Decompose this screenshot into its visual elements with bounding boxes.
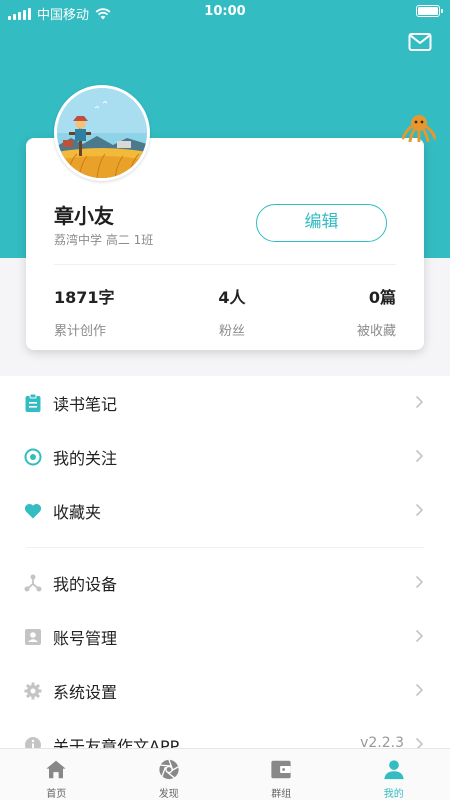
stat-favorited-value: 0篇 bbox=[368, 288, 396, 307]
tab-label: 群组 bbox=[271, 789, 292, 800]
chevron-right-icon bbox=[415, 575, 424, 589]
share-nodes-icon bbox=[24, 574, 42, 592]
avatar[interactable] bbox=[54, 85, 150, 181]
stat-favorited-label: 被收藏 bbox=[356, 324, 396, 339]
menu-item-label: 账号管理 bbox=[53, 629, 118, 648]
info-icon bbox=[24, 736, 42, 748]
id-card-icon bbox=[24, 628, 42, 646]
clipboard-icon bbox=[24, 394, 42, 412]
menu-item-system-settings[interactable]: 系统设置 bbox=[0, 664, 450, 718]
app-version: v2.2.3 bbox=[360, 735, 404, 748]
chevron-right-icon bbox=[415, 683, 424, 697]
battery-icon bbox=[416, 5, 443, 17]
aperture-icon bbox=[159, 759, 179, 780]
stat-fans-label: 粉丝 bbox=[218, 324, 245, 339]
heart-icon bbox=[24, 502, 42, 520]
chevron-right-icon bbox=[415, 629, 424, 643]
user-name: 章小友 bbox=[54, 204, 114, 228]
menu-item-label: 我的设备 bbox=[53, 575, 118, 594]
tab-home[interactable]: 首页 bbox=[0, 749, 113, 800]
home-icon bbox=[46, 760, 66, 779]
chevron-right-icon bbox=[415, 395, 424, 409]
chevron-right-icon bbox=[415, 449, 424, 463]
octopus-mascot-icon bbox=[402, 115, 436, 142]
menu-item-label: 读书笔记 bbox=[53, 395, 118, 414]
avatar-illustration bbox=[57, 88, 147, 178]
menu-list: 读书笔记 我的关注 收藏夹 我的设备 账号管理 系统设置 关于友章作文APP v… bbox=[0, 376, 450, 748]
menu-item-about-app[interactable]: 关于友章作文APP v2.2.3 bbox=[0, 718, 450, 748]
card-divider bbox=[54, 264, 396, 265]
user-school: 荔湾中学 高二 1班 bbox=[54, 233, 154, 247]
stat-creations-label: 累计创作 bbox=[54, 324, 107, 339]
target-icon bbox=[24, 448, 42, 466]
menu-item-reading-notes[interactable]: 读书笔记 bbox=[0, 376, 450, 430]
menu-item-account-management[interactable]: 账号管理 bbox=[0, 610, 450, 664]
tab-groups[interactable]: 群组 bbox=[225, 749, 338, 800]
stat-favorited[interactable]: 0篇 被收藏 bbox=[357, 284, 396, 339]
menu-item-label: 收藏夹 bbox=[53, 503, 102, 522]
menu-item-favorites[interactable]: 收藏夹 bbox=[0, 484, 450, 538]
tab-label: 发现 bbox=[158, 789, 179, 800]
tab-mine[interactable]: 我的 bbox=[338, 749, 450, 800]
menu-item-label: 我的关注 bbox=[53, 449, 118, 468]
status-bar: 中国移动 10:00 bbox=[0, 0, 450, 24]
menu-item-label: 系统设置 bbox=[53, 683, 118, 702]
menu-item-label: 关于友章作文APP bbox=[53, 737, 180, 748]
bottom-tab-bar: 首页 发现 群组 我的 bbox=[0, 748, 450, 800]
stat-fans-value: 4人 bbox=[218, 288, 246, 307]
edit-profile-button[interactable]: 编辑 bbox=[256, 204, 387, 242]
chevron-right-icon bbox=[415, 737, 424, 748]
menu-item-my-devices[interactable]: 我的设备 bbox=[0, 556, 450, 610]
person-icon bbox=[384, 760, 404, 780]
menu-divider bbox=[26, 547, 424, 548]
status-time: 10:00 bbox=[204, 4, 246, 19]
mail-icon[interactable] bbox=[408, 32, 432, 52]
stat-fans[interactable]: 4人 粉丝 bbox=[204, 284, 260, 339]
tab-label: 首页 bbox=[46, 789, 67, 800]
tab-label: 我的 bbox=[383, 789, 404, 800]
stat-creations-value: 1871字 bbox=[54, 288, 115, 307]
tab-discover[interactable]: 发现 bbox=[113, 749, 226, 800]
menu-item-following[interactable]: 我的关注 bbox=[0, 430, 450, 484]
chevron-right-icon bbox=[415, 503, 424, 517]
stat-creations[interactable]: 1871字 累计创作 bbox=[54, 284, 115, 339]
wallet-icon bbox=[271, 760, 291, 779]
gear-icon bbox=[24, 682, 42, 700]
